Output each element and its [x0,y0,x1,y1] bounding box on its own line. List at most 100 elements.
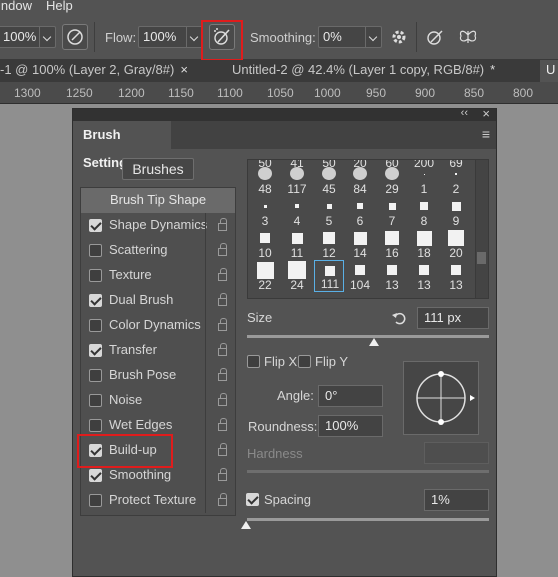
spacing-checkbox[interactable] [246,493,259,506]
brush-preset[interactable]: 8 [409,196,439,228]
flip-y-checkbox[interactable] [298,355,311,368]
brush-preset[interactable]: 104 [345,260,375,292]
flow-dropdown[interactable]: 100% [138,26,203,48]
brush-preset[interactable]: 45 [314,164,344,196]
lock-icon[interactable] [218,243,227,256]
brush-preset[interactable]: 20 [441,228,471,260]
menu-window[interactable]: indow [0,0,32,13]
ruler-label: 1300 [14,86,41,100]
option-checkbox[interactable] [89,419,102,432]
angle-roundness-widget[interactable] [403,361,479,435]
brush-option-scattering[interactable]: Scattering [81,238,235,263]
lock-icon[interactable] [218,418,227,431]
brush-preset[interactable]: 6 [345,196,375,228]
spacing-input[interactable]: 1% [424,489,489,511]
brush-preset[interactable]: 14 [345,228,375,260]
size-slider[interactable] [247,335,489,338]
close-icon[interactable]: × [180,62,188,77]
zoom-dropdown[interactable]: 100% [0,26,56,48]
size-slider-thumb[interactable] [369,338,379,346]
lock-icon[interactable] [218,368,227,381]
brush-preset[interactable]: 29 [377,164,407,196]
brush-preset[interactable]: 48 [250,164,280,196]
brush-preset[interactable]: 18 [409,228,439,260]
brush-preset[interactable]: 13 [409,260,439,292]
brush-preset[interactable]: 24 [282,260,312,292]
smoothing-dropdown[interactable]: 0% [318,26,382,48]
gear-icon[interactable] [390,28,408,46]
tab-document-1[interactable]: -1 @ 100% (Layer 2, Gray/8#) × [0,60,219,82]
flip-x-checkbox[interactable] [247,355,260,368]
close-icon[interactable]: × [482,106,490,121]
lock-icon[interactable] [218,293,227,306]
brush-preset[interactable]: 117 [282,164,312,196]
option-checkbox[interactable] [89,369,102,382]
brush-option-protect-texture[interactable]: Protect Texture [81,488,235,513]
option-checkbox[interactable] [89,219,102,232]
close-icon[interactable]: * [490,62,495,77]
brush-option-texture[interactable]: Texture [81,263,235,288]
option-checkbox[interactable] [89,244,102,257]
brushes-button[interactable]: Brushes [122,158,194,180]
brush-preset[interactable]: 13 [377,260,407,292]
brush-preset[interactable]: 5 [314,196,344,228]
brush-preset[interactable]: 84 [345,164,375,196]
pressure-size-icon[interactable] [425,27,445,47]
brush-preset[interactable]: 2 [441,164,471,196]
reset-size-icon[interactable] [391,310,407,326]
lock-icon[interactable] [218,443,227,456]
brush-option-color-dynamics[interactable]: Color Dynamics [81,313,235,338]
brush-option-dual-brush[interactable]: Dual Brush [81,288,235,313]
brush-option-noise[interactable]: Noise [81,388,235,413]
brush-preset[interactable]: 12 [314,228,344,260]
option-checkbox[interactable] [89,319,102,332]
tab-brush-settings[interactable]: Brush Settings [73,121,171,170]
option-checkbox[interactable] [89,494,102,507]
scrollbar-thumb[interactable] [477,252,486,264]
option-checkbox[interactable] [89,469,102,482]
brush-preset[interactable]: 4 [282,196,312,228]
pressure-opacity-button[interactable] [62,24,88,50]
preset-scrollbar[interactable] [475,160,488,298]
spacing-slider-thumb[interactable] [241,521,251,529]
lock-icon[interactable] [218,343,227,356]
angle-input[interactable]: 0° [318,385,383,407]
brush-preset[interactable]: 111 [314,260,344,292]
panel-title-strip[interactable]: ‹‹ × [73,106,496,121]
brush-preset[interactable]: 3 [250,196,280,228]
lock-icon[interactable] [218,468,227,481]
tab-document-2[interactable]: Untitled-2 @ 42.4% (Layer 1 copy, RGB/8#… [226,60,536,82]
collapse-icon[interactable]: ‹‹ [461,107,468,119]
brush-option-shape-dynamics[interactable]: Shape Dynamics [81,213,235,238]
option-checkbox[interactable] [89,269,102,282]
lock-icon[interactable] [218,493,227,506]
option-checkbox[interactable] [89,294,102,307]
brush-preset[interactable]: 10 [250,228,280,260]
butterfly-symmetry-icon[interactable] [458,27,478,47]
roundness-input[interactable]: 100% [318,415,383,437]
brush-preset[interactable]: 9 [441,196,471,228]
lock-icon[interactable] [218,218,227,231]
spacing-slider[interactable] [247,518,489,521]
option-checkbox[interactable] [89,394,102,407]
brush-option-transfer[interactable]: Transfer [81,338,235,363]
option-checkbox[interactable] [89,344,102,357]
lock-icon[interactable] [218,268,227,281]
brush-tip-swatch [455,173,457,175]
lock-icon[interactable] [218,318,227,331]
brush-option-brush-pose[interactable]: Brush Pose [81,363,235,388]
size-input[interactable]: 111 px [417,307,489,329]
brush-preset[interactable]: 22 [250,260,280,292]
brush-preset[interactable]: 13 [441,260,471,292]
panel-menu-icon[interactable]: ≡ [482,126,490,142]
brush-preset[interactable]: 1 [409,164,439,196]
brush-tip-swatch [451,201,461,211]
lock-icon[interactable] [218,393,227,406]
brush-preset[interactable]: 11 [282,228,312,260]
menu-help[interactable]: Help [46,0,73,13]
tab-document-3[interactable]: U [540,60,558,82]
brush-preset[interactable]: 16 [377,228,407,260]
ruler-label: 1200 [118,86,145,100]
brush-preset[interactable]: 7 [377,196,407,228]
brush-tip-shape-item[interactable]: Brush Tip Shape [81,188,235,213]
